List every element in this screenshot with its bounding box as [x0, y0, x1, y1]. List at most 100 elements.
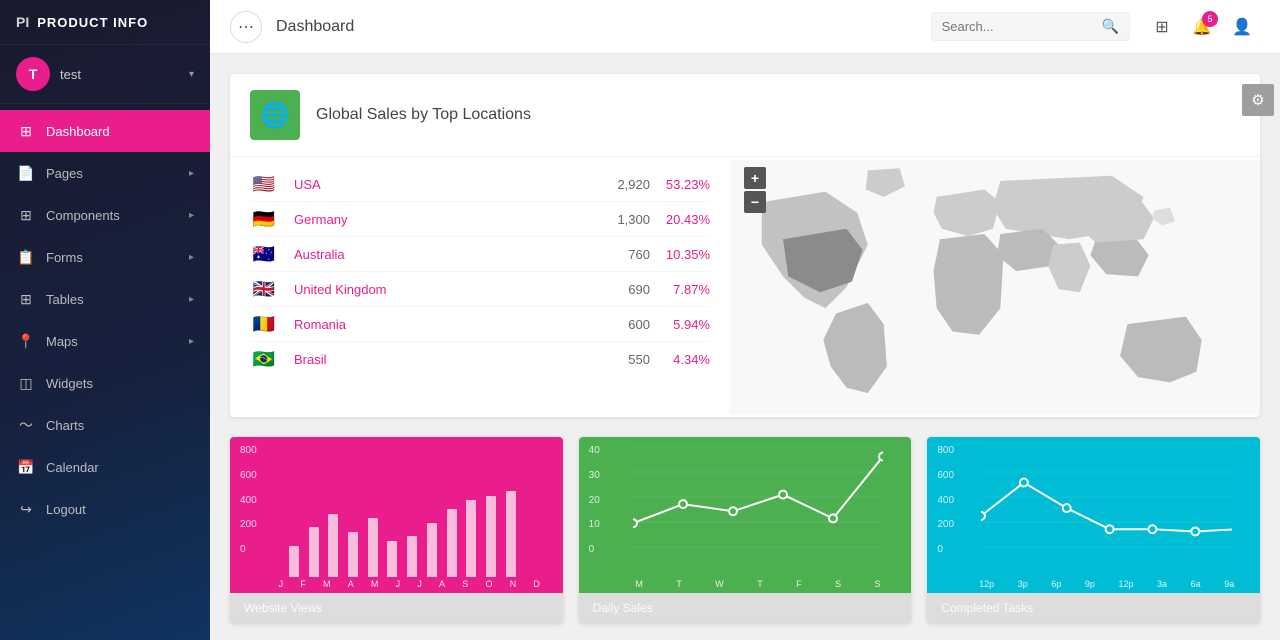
y-label: 800: [240, 445, 257, 456]
sidebar-item-label-forms: Forms: [46, 250, 189, 265]
avatar: T: [16, 57, 50, 91]
table-row: 🇷🇴 Romania 600 5.94%: [250, 307, 710, 342]
country-value: 600: [590, 317, 650, 332]
x-label: D: [533, 579, 540, 589]
country-pct: 10.35%: [650, 247, 710, 262]
x-label: 3a: [1157, 579, 1167, 589]
user-button[interactable]: 👤: [1224, 9, 1260, 45]
completed-tasks-title: Completed Tasks: [941, 601, 1033, 615]
bar-group: [348, 532, 358, 577]
page-title: Dashboard: [276, 18, 931, 36]
bar: [387, 541, 397, 577]
notification-badge: 5: [1202, 11, 1218, 27]
completed-tasks-footer: Completed Tasks: [927, 593, 1260, 623]
user-profile[interactable]: T test ▾: [0, 45, 210, 104]
logo-abbr: PI: [16, 14, 29, 30]
menu-button[interactable]: ⋯: [230, 11, 262, 43]
world-map: [730, 157, 1260, 417]
sidebar-nav: ⊞ Dashboard 📄 Pages ▸ ⊞ Components ▸ 📋 F…: [0, 104, 210, 640]
sidebar-item-logout[interactable]: ↪ Logout: [0, 488, 210, 530]
bar: [407, 536, 417, 577]
country-value: 760: [590, 247, 650, 262]
country-pct: 53.23%: [650, 177, 710, 192]
x-label: T: [757, 579, 763, 589]
dots-icon: ⋯: [238, 17, 254, 37]
sidebar-item-tables[interactable]: ⊞ Tables ▸: [0, 278, 210, 320]
bar-group: [506, 491, 516, 577]
country-value: 690: [590, 282, 650, 297]
maps-icon: 📍: [16, 331, 36, 351]
pages-icon: 📄: [16, 163, 36, 183]
bar: [466, 500, 476, 577]
country-flag: 🇬🇧: [250, 280, 278, 298]
table-row: 🇧🇷 Brasil 550 4.34%: [250, 342, 710, 376]
completed-tasks-svg: [981, 447, 1232, 557]
x-label: T: [676, 579, 682, 589]
table-row: 🇺🇸 USA 2,920 53.23%: [250, 167, 710, 202]
sidebar-item-label-widgets: Widgets: [46, 376, 194, 391]
x-label: S: [835, 579, 841, 589]
country-flag: 🇧🇷: [250, 350, 278, 368]
y-label: 200: [240, 519, 257, 530]
chevron-right-icon: ▸: [189, 252, 194, 263]
sidebar-item-label-maps: Maps: [46, 334, 189, 349]
bar-group: [289, 546, 299, 577]
x-label: F: [300, 579, 306, 589]
sidebar-item-label-components: Components: [46, 208, 189, 223]
completed-tasks-chart: 8006004002000: [927, 437, 1260, 577]
country-name: Brasil: [294, 352, 590, 367]
zoom-in-button[interactable]: +: [744, 167, 766, 189]
sidebar-item-forms[interactable]: 📋 Forms ▸: [0, 236, 210, 278]
line-chart-area: [593, 447, 898, 577]
bar-group: [427, 523, 437, 577]
bar-group: [447, 509, 457, 577]
sidebar-item-charts[interactable]: 〜 Charts: [0, 404, 210, 446]
bar: [348, 532, 358, 577]
website-views-chart: 8006004002000: [230, 437, 563, 577]
chevron-right-icon: ▸: [189, 294, 194, 305]
sidebar-item-label-tables: Tables: [46, 292, 189, 307]
sidebar-item-pages[interactable]: 📄 Pages ▸: [0, 152, 210, 194]
daily-sales-svg: [633, 447, 884, 557]
line-chart-x-labels: MTWTFSS: [579, 577, 912, 593]
bar: [309, 527, 319, 577]
x-label: 6a: [1191, 579, 1201, 589]
bar: [506, 491, 516, 577]
sales-table: 🇺🇸 USA 2,920 53.23% 🇩🇪 Germany 1,300 20.…: [230, 157, 730, 417]
website-views-title: Website Views: [244, 601, 322, 615]
logout-icon: ↪: [16, 499, 36, 519]
sidebar-item-maps[interactable]: 📍 Maps ▸: [0, 320, 210, 362]
y-label: 0: [240, 544, 257, 555]
calendar-icon: 📅: [16, 457, 36, 477]
notifications-button[interactable]: 🔔 5: [1184, 9, 1220, 45]
bar-group: [466, 500, 476, 577]
bar: [289, 546, 299, 577]
card-title: Global Sales by Top Locations: [316, 106, 531, 124]
chevron-right-icon: ▸: [189, 336, 194, 347]
username: test: [60, 67, 189, 82]
zoom-out-button[interactable]: −: [744, 191, 766, 213]
bar: [368, 518, 378, 577]
country-flag: 🇷🇴: [250, 315, 278, 333]
sidebar-item-dashboard[interactable]: ⊞ Dashboard: [0, 110, 210, 152]
country-flag: 🇩🇪: [250, 210, 278, 228]
x-label: S: [875, 579, 881, 589]
card-header: 🌐 Global Sales by Top Locations: [230, 74, 1260, 157]
sidebar-item-widgets[interactable]: ◫ Widgets: [0, 362, 210, 404]
search-box: 🔍: [931, 12, 1130, 41]
country-name: Romania: [294, 317, 590, 332]
sidebar-item-components[interactable]: ⊞ Components ▸: [0, 194, 210, 236]
chevron-right-icon: ▸: [189, 168, 194, 179]
bar: [328, 514, 338, 577]
x-label: 9a: [1224, 579, 1234, 589]
search-input[interactable]: [942, 19, 1102, 34]
bar-group: [407, 536, 417, 577]
apps-button[interactable]: ⊞: [1144, 9, 1180, 45]
sidebar-item-calendar[interactable]: 📅 Calendar: [0, 446, 210, 488]
x-label: J: [279, 579, 284, 589]
country-pct: 4.34%: [650, 352, 710, 367]
content-area: 🌐 Global Sales by Top Locations 🇺🇸 USA 2…: [210, 54, 1280, 640]
daily-sales-footer: Daily Sales: [579, 593, 912, 623]
settings-button[interactable]: ⚙: [1242, 84, 1274, 116]
forms-icon: 📋: [16, 247, 36, 267]
